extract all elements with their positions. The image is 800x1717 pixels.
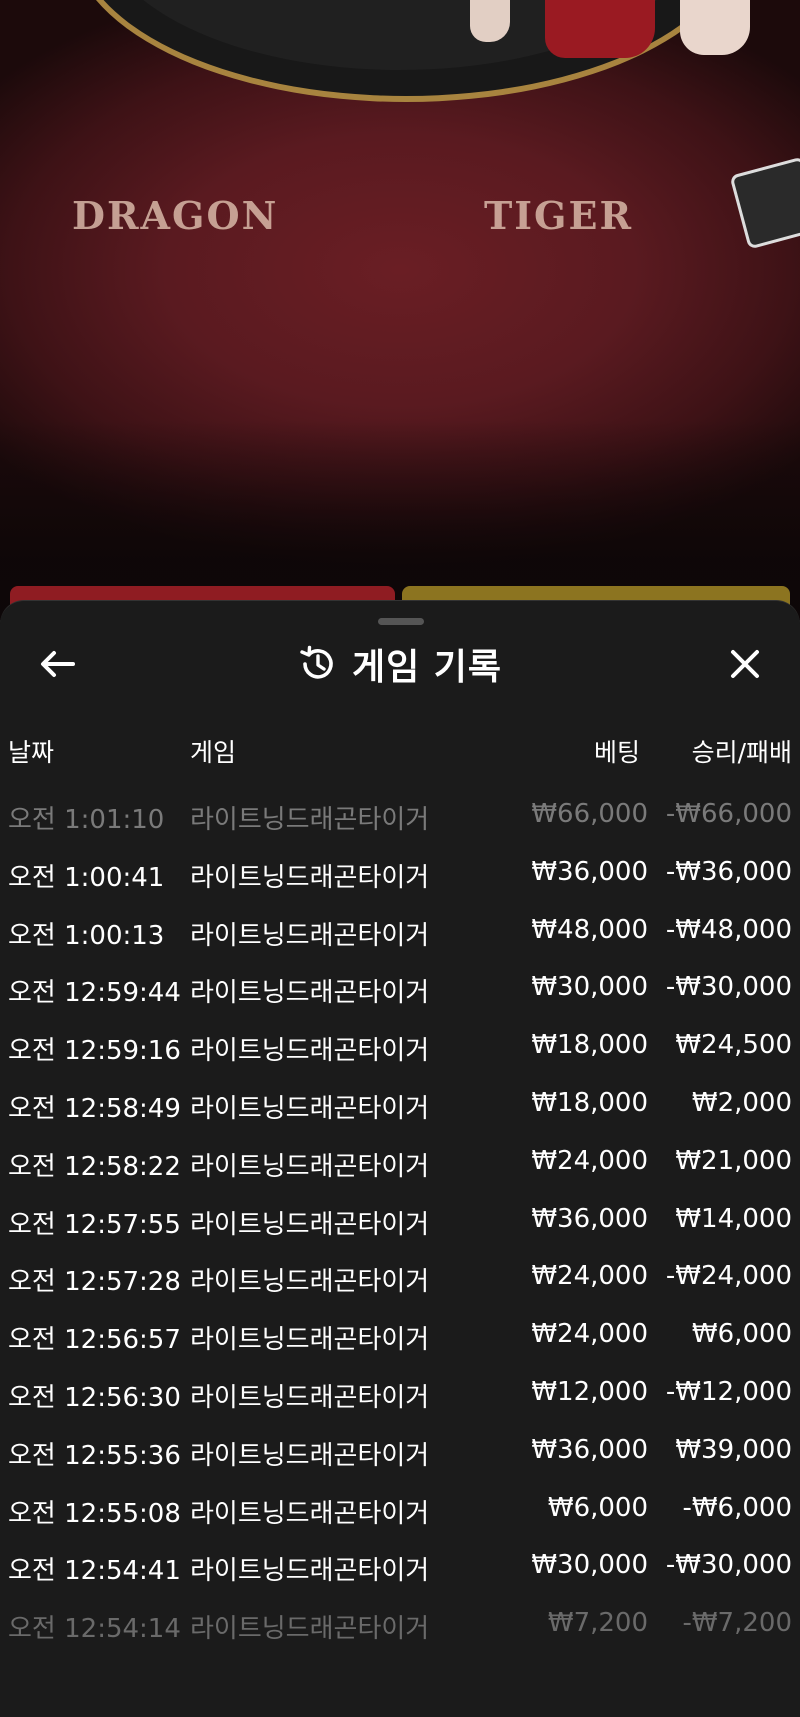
row-game: 라이트닝드래곤타이거 <box>190 920 430 951</box>
row-date: 오전 12:57:28 <box>8 1267 181 1298</box>
row-date: 오전 12:56:57 <box>8 1325 181 1356</box>
row-game: 라이트닝드래곤타이거 <box>190 1151 430 1182</box>
row-result: -₩48,000 <box>665 914 792 945</box>
row-game: 라이트닝드래곤타이거 <box>190 1440 430 1471</box>
table-row: 오전 12:59:16 라이트닝드래곤타이거 ₩18,000 ₩24,500 <box>0 1018 800 1076</box>
row-result: ₩14,000 <box>675 1203 792 1234</box>
row-game: 라이트닝드래곤타이거 <box>190 1267 430 1298</box>
row-game: 라이트닝드래곤타이거 <box>190 1498 430 1529</box>
row-bet: ₩66,000 <box>531 799 648 829</box>
row-date: 오전 1:00:13 <box>8 920 165 951</box>
row-result: -₩66,000 <box>665 799 792 829</box>
column-header-win-loss: 승리/패배 <box>691 738 792 767</box>
dealer-hand <box>470 0 510 42</box>
row-date: 오전 12:58:22 <box>8 1151 181 1182</box>
row-date: 오전 12:58:49 <box>8 1093 181 1124</box>
history-list[interactable]: 오전 1:01:10 라이트닝드래곤타이거 ₩66,000 -₩66,000 오전 1… <box>0 787 800 1654</box>
row-date: 오전 1:01:10 <box>8 805 165 835</box>
dealer-sleeve <box>545 0 655 58</box>
row-result: ₩6,000 <box>691 1319 792 1350</box>
table-row: 오전 12:55:36 라이트닝드래곤타이거 ₩36,000 ₩39,000 <box>0 1423 800 1481</box>
row-result: -₩12,000 <box>665 1376 792 1407</box>
table-row: 오전 12:54:41 라이트닝드래곤타이거 ₩30,000 -₩30,000 <box>0 1538 800 1596</box>
row-bet: ₩36,000 <box>531 856 648 887</box>
row-result: ₩39,000 <box>675 1434 792 1465</box>
row-bet: ₩24,000 <box>531 1145 648 1176</box>
row-result: -₩7,200 <box>682 1608 792 1639</box>
page-title: 게임 기록 <box>351 647 502 688</box>
row-game: 라이트닝드래곤타이거 <box>190 1556 430 1587</box>
row-bet: ₩24,000 <box>531 1319 648 1350</box>
card-shoe <box>729 156 800 250</box>
row-date: 오전 12:55:36 <box>8 1440 181 1471</box>
row-bet: ₩18,000 <box>531 1087 648 1118</box>
row-bet: ₩6,000 <box>547 1492 648 1523</box>
row-result: -₩36,000 <box>665 856 792 887</box>
row-game: 라이트닝드래곤타이거 <box>190 1093 430 1124</box>
table-row: 오전 12:56:30 라이트닝드래곤타이거 ₩12,000 -₩12,000 <box>0 1365 800 1423</box>
row-bet: ₩36,000 <box>531 1203 648 1234</box>
row-game: 라이트닝드래곤타이거 <box>190 1382 430 1413</box>
row-date: 오전 12:59:44 <box>8 978 181 1009</box>
table-row: 오전 12:54:14 라이트닝드래곤타이거 ₩7,200 -₩7,200 <box>0 1596 800 1654</box>
row-bet: ₩30,000 <box>531 1550 648 1581</box>
row-date: 오전 12:54:41 <box>8 1556 181 1587</box>
table-row: 오전 12:57:55 라이트닝드래곤타이거 ₩36,000 ₩14,000 <box>0 1192 800 1250</box>
row-bet: ₩18,000 <box>531 1030 648 1061</box>
row-result: -₩30,000 <box>665 1550 792 1581</box>
row-date: 오전 12:59:16 <box>8 1036 181 1067</box>
sheet-drag-handle[interactable] <box>378 618 424 625</box>
row-result: -₩24,000 <box>665 1261 792 1292</box>
row-date: 오전 1:00:41 <box>8 862 165 893</box>
row-result: ₩21,000 <box>675 1145 792 1176</box>
row-result: -₩30,000 <box>665 972 792 1003</box>
row-date: 오전 12:55:08 <box>8 1498 181 1529</box>
row-game: 라이트닝드래곤타이거 <box>190 978 430 1009</box>
row-date: 오전 12:56:30 <box>8 1382 181 1413</box>
row-bet: ₩12,000 <box>531 1376 648 1407</box>
table-row: 오전 12:58:22 라이트닝드래곤타이거 ₩24,000 ₩21,000 <box>0 1134 800 1192</box>
table-row: 오전 12:59:44 라이트닝드래곤타이거 ₩30,000 -₩30,000 <box>0 960 800 1018</box>
row-result: ₩24,500 <box>675 1030 792 1061</box>
column-header-game: 게임 <box>190 738 237 767</box>
table-row: 오전 12:56:57 라이트닝드래곤타이거 ₩24,000 ₩6,000 <box>0 1307 800 1365</box>
dragon-label: DRAGON <box>72 193 279 238</box>
sheet-header: 게임 기록 <box>0 639 800 689</box>
table-row: 오전 12:57:28 라이트닝드래곤타이거 ₩24,000 -₩24,000 <box>0 1249 800 1307</box>
row-date: 오전 12:57:55 <box>8 1209 181 1240</box>
row-game: 라이트닝드래곤타이거 <box>190 805 430 835</box>
column-header-bet: 베팅 <box>593 738 640 767</box>
row-bet: ₩30,000 <box>531 972 648 1003</box>
tiger-label: TIGER <box>484 193 634 238</box>
table-row: 오전 1:00:41 라이트닝드래곤타이거 ₩36,000 -₩36,000 <box>0 845 800 903</box>
close-button[interactable] <box>720 639 770 689</box>
table-row: 오전 12:58:49 라이트닝드래곤타이거 ₩18,000 ₩2,000 <box>0 1076 800 1134</box>
row-game: 라이트닝드래곤타이거 <box>190 1614 430 1645</box>
table-row: 오전 1:01:10 라이트닝드래곤타이거 ₩66,000 -₩66,000 <box>0 787 800 845</box>
table-row: 오전 1:00:13 라이트닝드래곤타이거 ₩48,000 -₩48,000 <box>0 903 800 961</box>
row-bet: ₩36,000 <box>531 1434 648 1465</box>
table-row: 오전 12:55:08 라이트닝드래곤타이거 ₩6,000 -₩6,000 <box>0 1481 800 1539</box>
column-header-date: 날짜 <box>8 738 55 767</box>
row-game: 라이트닝드래곤타이거 <box>190 1209 430 1240</box>
row-result: ₩2,000 <box>691 1087 792 1118</box>
history-icon <box>300 645 333 679</box>
row-game: 라이트닝드래곤타이거 <box>190 1325 430 1356</box>
row-bet: ₩48,000 <box>531 914 648 945</box>
game-table-background: DRAGON TIGER <box>0 0 800 620</box>
row-bet: ₩7,200 <box>547 1608 648 1639</box>
row-date: 오전 12:54:14 <box>8 1614 181 1645</box>
close-icon <box>731 650 759 678</box>
row-game: 라이트닝드래곤타이거 <box>190 862 430 893</box>
row-bet: ₩24,000 <box>531 1261 648 1292</box>
game-history-sheet: 게임 기록 날짜 게임 베팅 승리/패배 오전 1:01:10 라이트닝드래곤타이… <box>0 600 800 1717</box>
dealer-hand <box>680 0 750 55</box>
row-result: -₩6,000 <box>682 1492 792 1523</box>
row-game: 라이트닝드래곤타이거 <box>190 1036 430 1067</box>
